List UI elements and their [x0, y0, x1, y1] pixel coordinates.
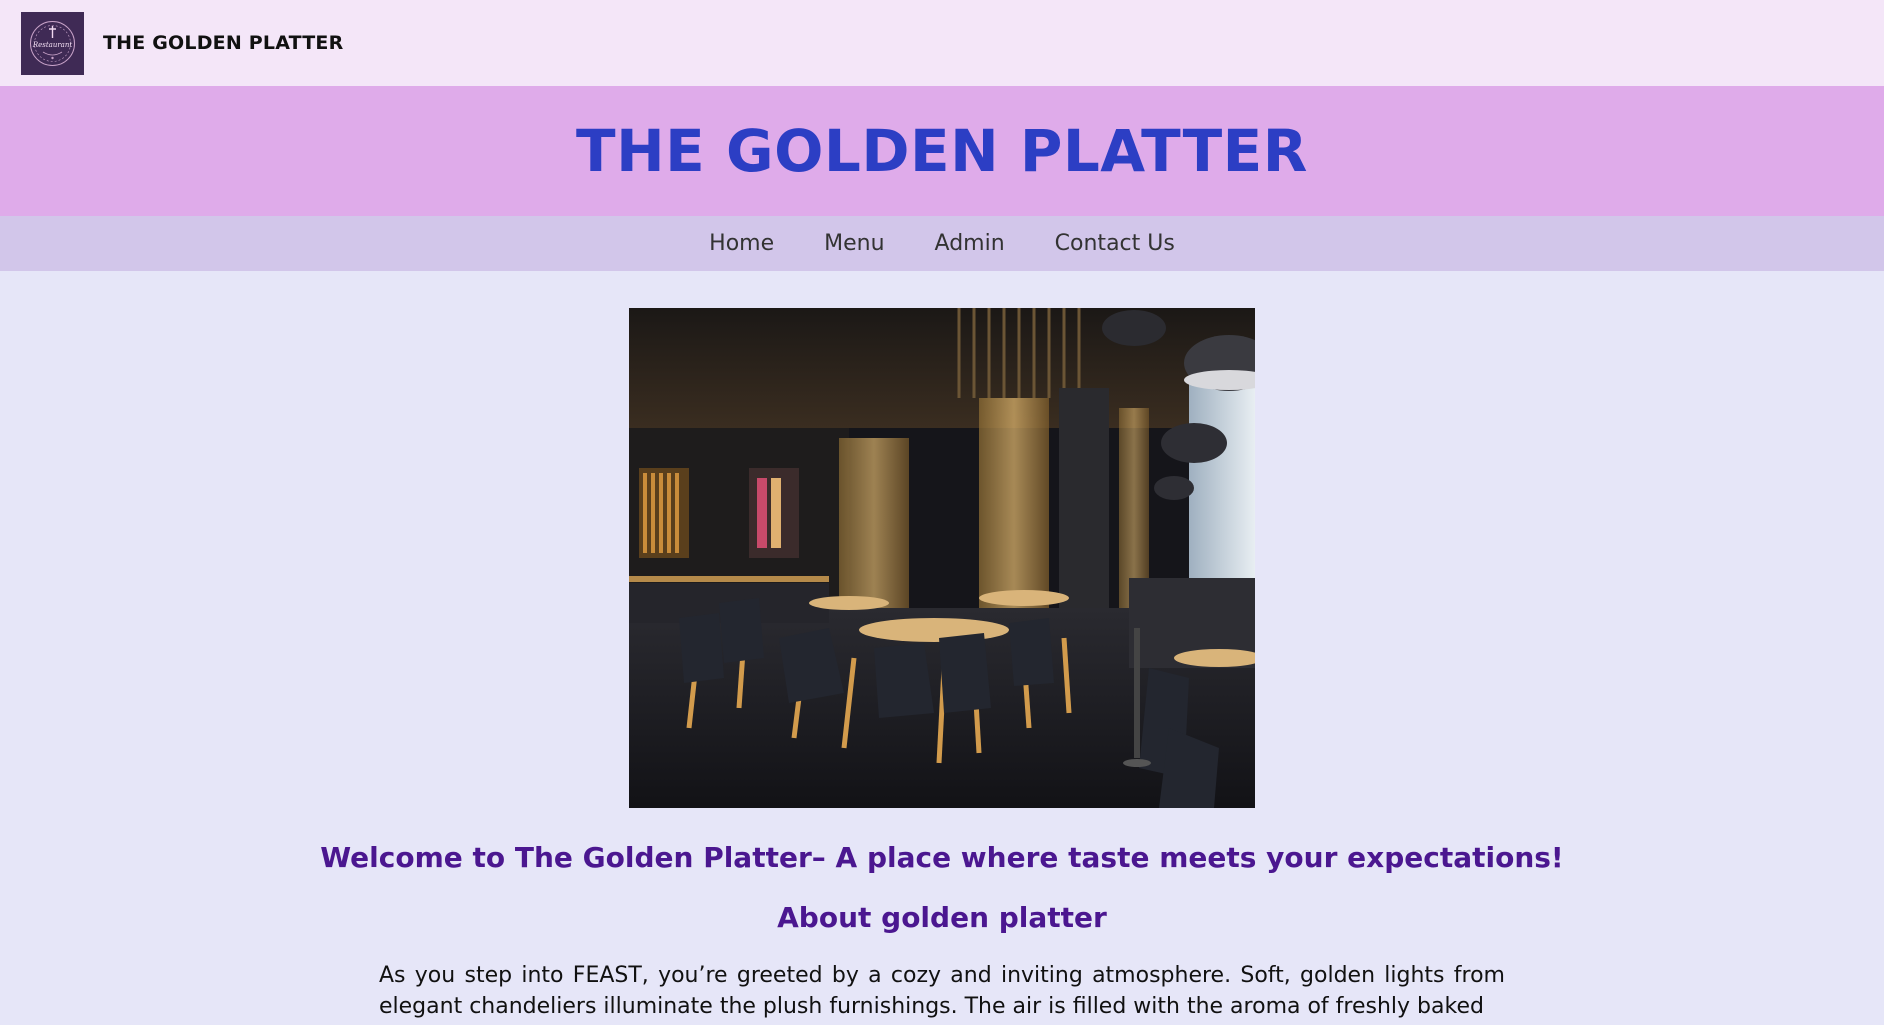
nav-item-home[interactable]: Home: [684, 231, 799, 256]
hero-title: THE GOLDEN PLATTER: [576, 117, 1308, 185]
main-nav: Home Menu Admin Contact Us: [0, 216, 1884, 271]
welcome-heading: Welcome to The Golden Platter– A place w…: [320, 841, 1564, 874]
about-heading: About golden platter: [777, 901, 1107, 934]
top-bar: Restaurant THE GOLDEN PLATTER: [0, 0, 1884, 86]
hero-banner: THE GOLDEN PLATTER: [0, 86, 1884, 216]
brand-name[interactable]: THE GOLDEN PLATTER: [103, 32, 343, 54]
nav-item-menu[interactable]: Menu: [799, 231, 909, 256]
restaurant-interior-photo: [629, 308, 1255, 808]
nav-item-admin[interactable]: Admin: [910, 231, 1030, 256]
main-content: Welcome to The Golden Platter– A place w…: [0, 271, 1884, 1022]
svg-text:Restaurant: Restaurant: [32, 41, 73, 49]
about-paragraph: As you step into FEAST, you’re greeted b…: [379, 963, 1505, 1019]
nav-item-contact-us[interactable]: Contact Us: [1030, 231, 1200, 256]
restaurant-logo-icon[interactable]: Restaurant: [21, 11, 84, 75]
